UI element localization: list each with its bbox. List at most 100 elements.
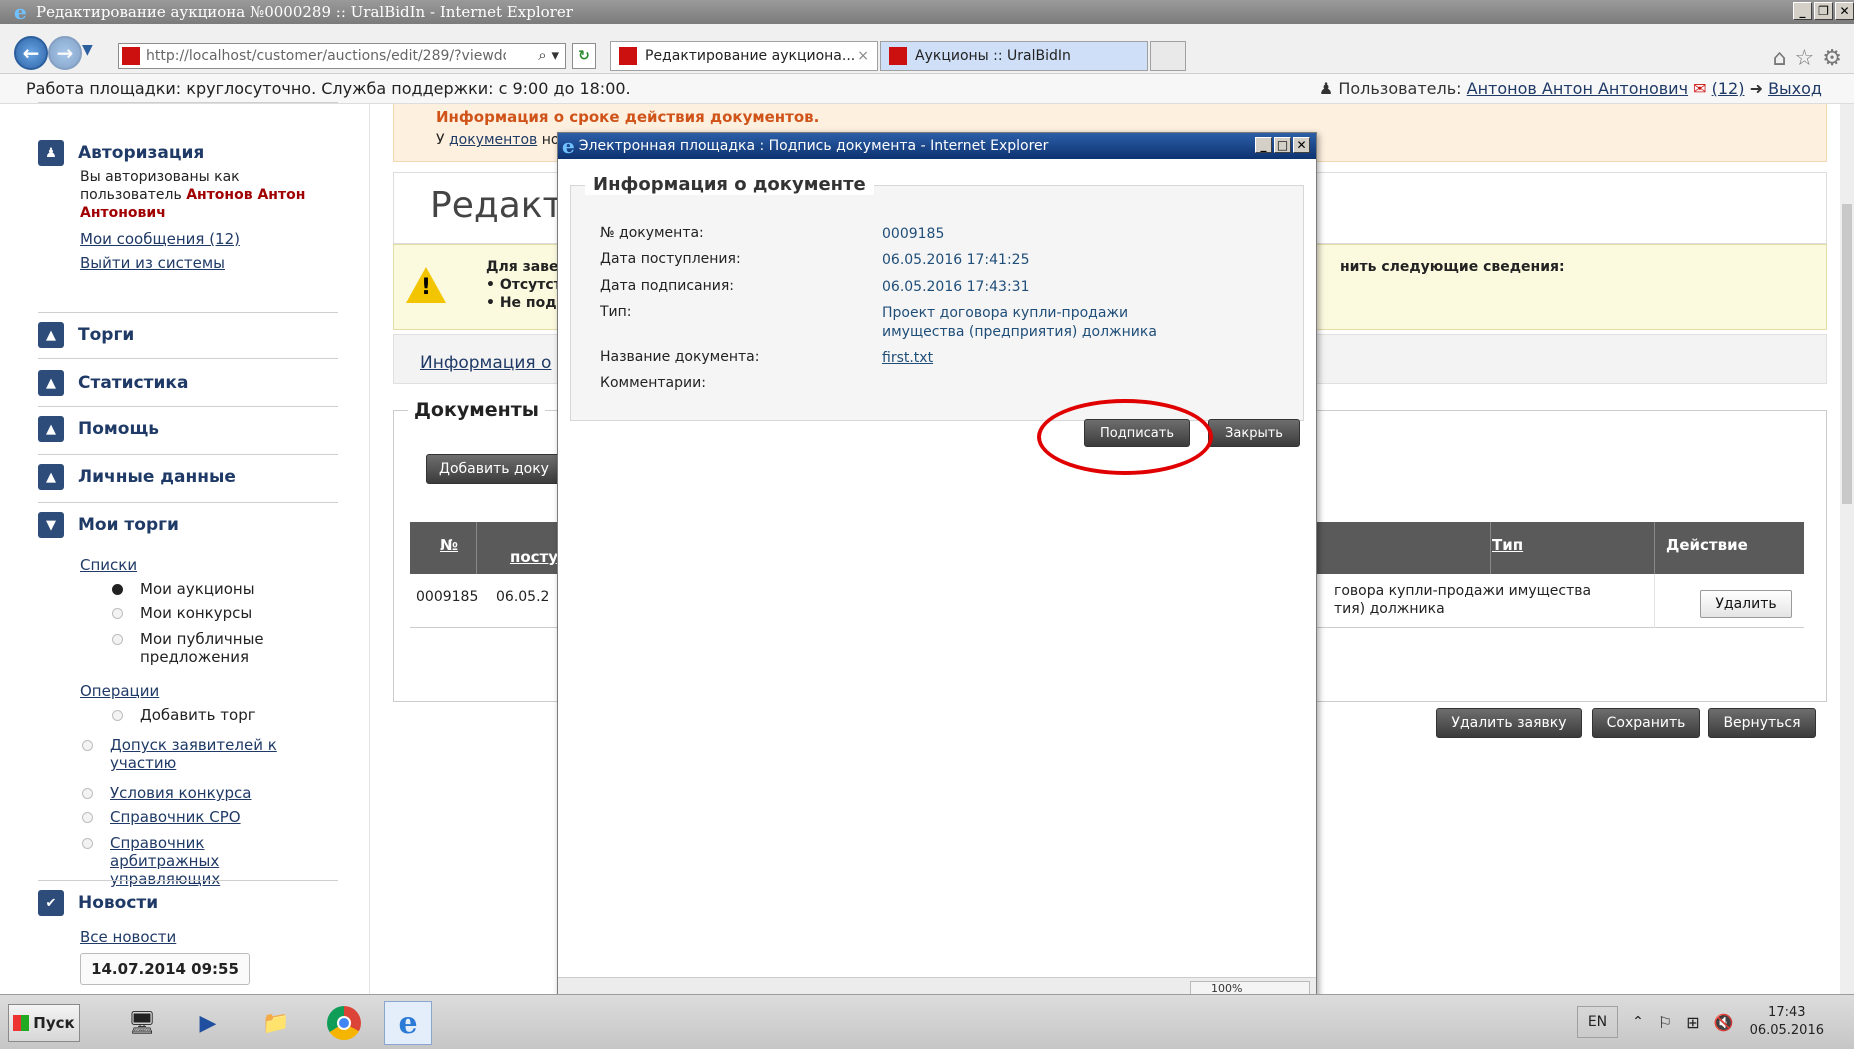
tab-auctions[interactable]: Аукционы :: UralBidIn [880,41,1148,71]
refresh-icon[interactable]: ↻ [572,43,596,69]
language-indicator[interactable]: EN [1576,1006,1619,1038]
page-scrollbar[interactable] [1840,104,1854,994]
new-tab-button[interactable] [1150,41,1186,71]
document-info-title: Информация о документе [585,174,874,195]
sidebar-section-my-torgi[interactable]: ▼ Мои торги [38,512,338,538]
list-item-my-public-offers[interactable]: Мои публичные предложения [140,630,290,666]
dialog-minimize-button[interactable]: _ [1255,137,1272,153]
sidebar: ♟ Авторизация Вы авторизованы как пользов… [0,102,370,994]
restore-button[interactable]: ❐ [1814,2,1833,20]
page-title: Редакт [430,185,564,226]
logout-system-link[interactable]: Выйти из системы [80,254,225,272]
network-icon[interactable]: ⊞ [1686,1013,1699,1032]
zoom-level[interactable]: 100% [1190,981,1310,995]
all-news-link[interactable]: Все новости [80,928,176,946]
explorer-folder-icon[interactable]: 📁 [252,1001,300,1045]
dialog-maximize-button[interactable]: □ [1274,137,1291,153]
user-icon: ♟ [38,140,64,166]
save-button[interactable]: Сохранить [1592,708,1700,738]
operation-admission-link[interactable]: Допуск заявителей к участию [110,736,290,772]
windows-logo-icon [13,1015,30,1031]
radio-my-public-offers[interactable] [112,634,123,645]
alert-documents-link[interactable]: документов [449,132,537,148]
col-type[interactable]: Тип [1492,536,1523,554]
back-button[interactable]: ← [14,36,48,70]
gear-icon[interactable]: ⚙ [1822,46,1850,71]
favorites-icon[interactable]: ☆ [1795,46,1823,71]
user-name-link[interactable]: Антонов Антон Антонович [1467,79,1688,98]
messages-count-link[interactable]: (12) [1712,79,1745,98]
system-tray: EN ⌃ ⚐ ⊞ 🔇 17:43 06.05.2016 [1576,995,1854,1049]
start-button[interactable]: Пуск [8,1004,80,1042]
radio-managers[interactable] [82,838,93,849]
list-item-my-contests[interactable]: Мои конкурсы [140,604,252,622]
label-signed-date: Дата подписания: [600,278,735,294]
clock[interactable]: 17:43 06.05.2016 [1750,1004,1824,1040]
radio-my-contests[interactable] [112,608,123,619]
close-tab-icon[interactable]: × [857,48,869,64]
address-bar[interactable]: http://localhost/customer/auctions/edit/… [118,43,566,69]
tab-edit-auction[interactable]: Редактирование аукциона... × [610,41,878,71]
sidebar-section-stats[interactable]: ▲ Статистика [38,370,338,396]
label-doc-name: Название документа: [600,349,760,365]
operations-link[interactable]: Операции [80,682,159,700]
volume-muted-icon[interactable]: 🔇 [1714,1013,1734,1032]
scrollbar-thumb[interactable] [1842,204,1852,504]
delete-application-button[interactable]: Удалить заявку [1436,708,1582,738]
add-document-button[interactable]: Добавить доку [426,454,562,484]
logout-link[interactable]: Выход [1768,79,1822,98]
close-window-button[interactable]: ✕ [1835,2,1854,20]
internet-explorer-icon[interactable]: e [384,1001,432,1045]
radio-my-auctions[interactable] [112,584,123,595]
search-dropdown-icon[interactable]: ⌕ ▾ [538,46,559,64]
label-doc-number: № документа: [600,225,704,241]
server-manager-icon[interactable]: 🖥 [118,1001,166,1045]
home-icon[interactable]: ⌂ [1773,46,1795,71]
operation-sro-link[interactable]: Справочник СРО [110,808,241,826]
logout-arrow-icon: ➜ [1749,79,1763,98]
sidebar-section-news[interactable]: ✔ Новости [38,890,338,916]
forward-button[interactable]: → [48,36,82,70]
tab-info[interactable]: Информация о [420,353,551,373]
dialog-title-bar: e Электронная площадка : Подпись докумен… [558,133,1316,159]
sidebar-section-personal[interactable]: ▲ Личные данные [38,464,338,490]
radio-contest-terms[interactable] [82,788,93,799]
minimize-button[interactable]: _ [1793,2,1812,20]
delete-row-button[interactable]: Удалить [1700,590,1792,618]
sidebar-section-help[interactable]: ▲ Помощь [38,416,338,442]
chevron-down-icon: ▼ [38,512,64,538]
value-type-line2: имущества (предприятия) должника [882,324,1157,340]
operation-contest-terms-link[interactable]: Условия конкурса [110,784,251,802]
col-number[interactable]: № [440,536,458,554]
radio-add-torg[interactable] [112,710,123,721]
envelope-icon: ✉ [1693,79,1707,98]
close-dialog-button[interactable]: Закрыть [1208,419,1300,447]
tab-label: Аукционы :: UralBidIn [915,48,1071,64]
lists-link[interactable]: Списки [80,556,137,574]
news-date: 14.07.2014 09:55 [80,953,250,985]
add-torg-item[interactable]: Добавить торг [140,706,256,724]
alert-text: У документов ном [436,132,571,148]
chrome-icon[interactable] [320,1001,368,1045]
doc-file-link[interactable]: first.txt [882,349,933,367]
list-item-my-auctions[interactable]: Мои аукционы [140,580,255,598]
dialog-close-button[interactable]: ✕ [1293,137,1310,153]
radio-sro[interactable] [82,812,93,823]
my-messages-link[interactable]: Мои сообщения (12) [80,230,240,248]
sidebar-section-torgi[interactable]: ▲ Торги [38,322,338,348]
value-signed-date: 06.05.2016 17:43:31 [882,279,1030,295]
address-url: http://localhost/customer/auctions/edit/… [146,48,506,64]
value-type-line1: Проект договора купли-продажи [882,305,1129,321]
value-received-date: 06.05.2016 17:41:25 [882,252,1030,268]
radio-admission[interactable] [82,740,93,751]
row-type-line1: говора купли-продажи имущества [1334,583,1592,599]
powershell-icon[interactable]: ▶ [184,1001,232,1045]
back-button-page[interactable]: Вернуться [1708,708,1816,738]
checkmark-icon: ✔ [38,890,64,916]
row-date: 06.05.2 [496,589,550,605]
value-doc-number: 0009185 [882,226,945,242]
history-dropdown-icon[interactable]: ▼ [82,42,93,58]
chevron-up-icon[interactable]: ⌃ [1632,1014,1644,1030]
flag-icon[interactable]: ⚐ [1658,1013,1672,1032]
auth-title: Авторизация [78,143,205,163]
